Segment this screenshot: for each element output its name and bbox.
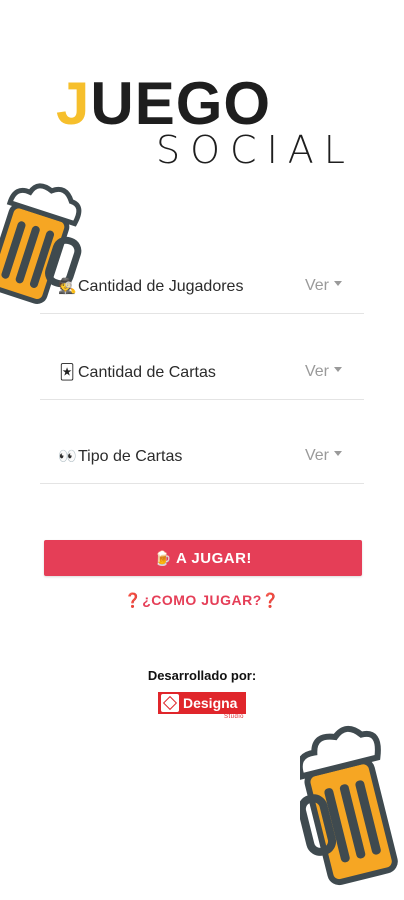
designa-brand: Designa <box>183 695 238 711</box>
how-to-play-label: ¿COMO JUGAR? <box>142 592 262 608</box>
question-icon: ❓ <box>124 592 143 608</box>
players-dropdown-value: Ver <box>304 277 329 294</box>
players-dropdown[interactable]: Ver <box>305 277 342 295</box>
logo-title: JUEGO <box>56 72 271 136</box>
beer-icon: 🍺 <box>154 549 172 566</box>
option-row-cards[interactable]: 🃏 Cantidad de Cartas Ver <box>40 316 364 400</box>
option-label-players: Cantidad de Jugadores <box>78 278 244 295</box>
option-label-cards: Cantidad de Cartas <box>78 364 216 381</box>
beer-mug-icon <box>300 725 398 886</box>
cards-dropdown[interactable]: Ver <box>305 363 342 381</box>
play-button[interactable]: 🍺 A JUGAR! <box>44 540 362 576</box>
logo-title-accent: J <box>56 70 91 137</box>
designa-logo[interactable]: Designa Studio <box>158 692 248 722</box>
card-type-dropdown-value: Ver <box>304 447 329 464</box>
card-icon: 🃏 <box>59 364 75 381</box>
designa-badge: Designa <box>158 692 246 714</box>
option-row-card-type[interactable]: 👀 Tipo de Cartas Ver <box>40 400 364 484</box>
option-label-card-type: Tipo de Cartas <box>78 448 183 465</box>
app-logo: JUEGO SOCIAL <box>56 72 356 172</box>
logo-subtitle: SOCIAL <box>156 128 355 172</box>
chevron-down-icon <box>334 451 342 457</box>
question-icon: ❓ <box>261 592 280 608</box>
developer-label: Desarrollado por: <box>147 668 257 683</box>
designa-studio: Studio <box>223 714 244 720</box>
eyes-icon: 👀 <box>58 448 77 465</box>
cards-dropdown-value: Ver <box>304 363 329 380</box>
card-type-dropdown[interactable]: Ver <box>305 447 342 465</box>
chevron-down-icon <box>334 281 342 287</box>
logo-title-rest: UEGO <box>90 70 272 137</box>
option-row-players[interactable]: 🕵 Cantidad de Jugadores Ver <box>40 230 364 314</box>
designa-mark-icon <box>161 694 179 712</box>
how-to-play-link[interactable]: ❓¿COMO JUGAR?❓ <box>0 592 404 609</box>
chevron-down-icon <box>334 367 342 373</box>
play-button-label: A JUGAR! <box>175 549 252 567</box>
detective-icon: 🕵 <box>58 278 77 295</box>
